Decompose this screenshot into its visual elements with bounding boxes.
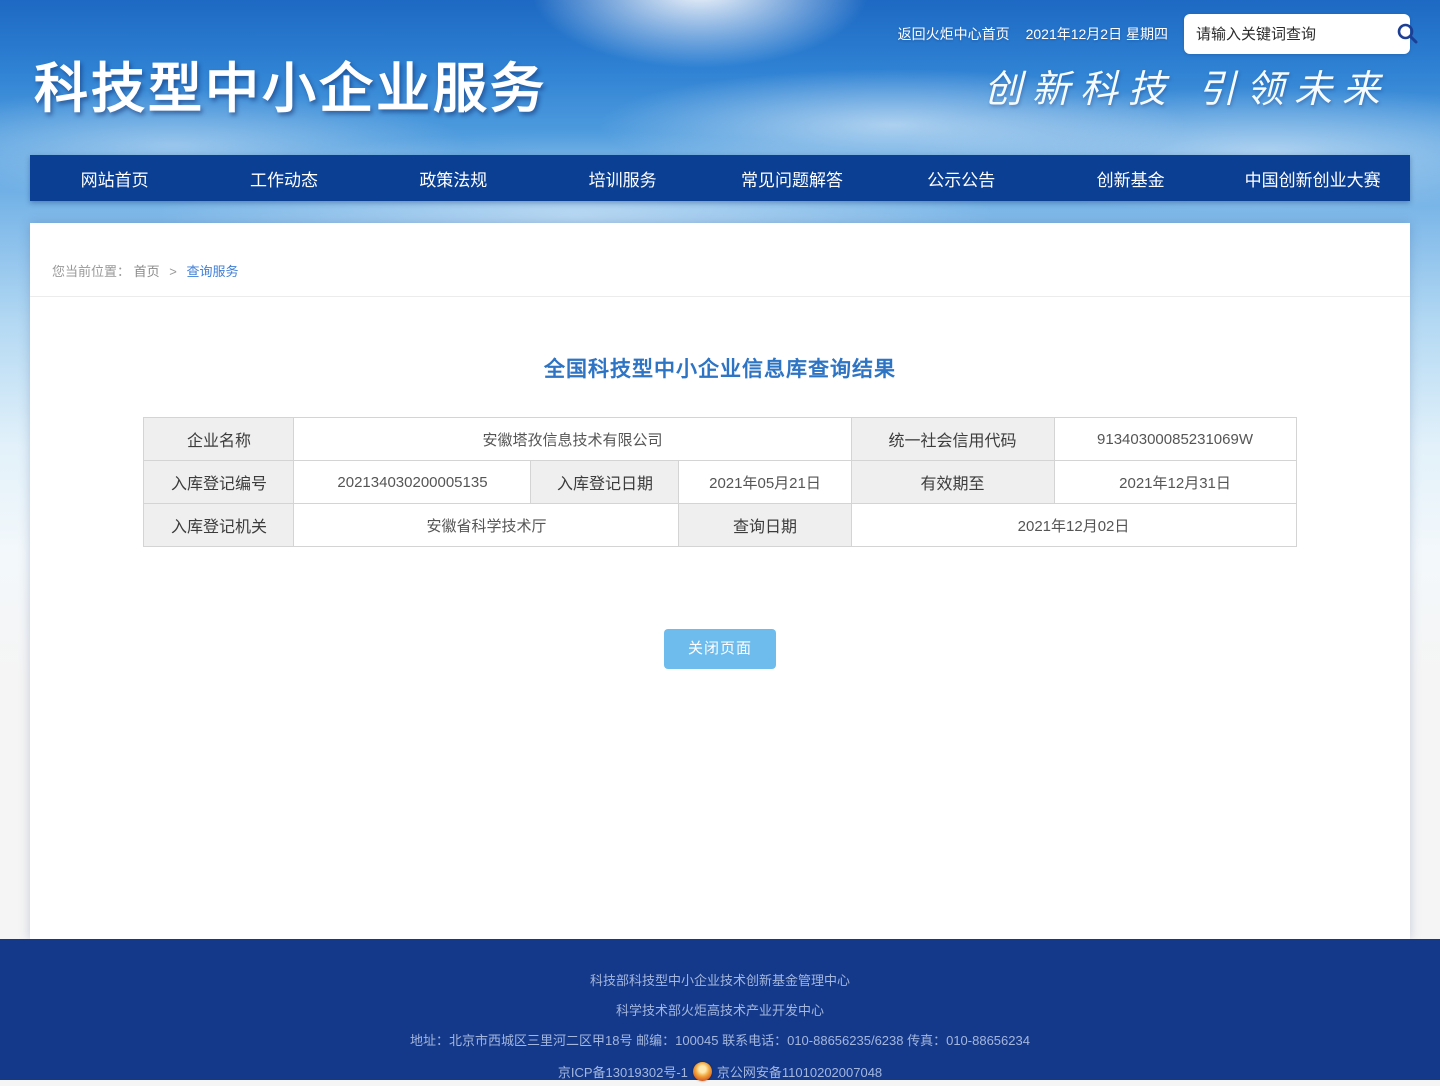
breadcrumb-home-link[interactable]: 首页: [134, 264, 160, 279]
site-footer: 科技部科技型中小企业技术创新基金管理中心 科学技术部火炬高技术产业开发中心 地址…: [0, 939, 1440, 1080]
close-page-button[interactable]: 关闭页面: [664, 629, 776, 669]
footer-org-line-1: 科技部科技型中小企业技术创新基金管理中心: [0, 966, 1440, 996]
search-input[interactable]: [1196, 26, 1395, 43]
query-date-value: 2021年12月02日: [851, 504, 1296, 547]
current-date: 2021年12月2日 星期四: [1026, 14, 1168, 54]
footer-icp-line: 京ICP备13019302号-1 京公网安备11010202007048: [0, 1056, 1440, 1086]
nav-item-training[interactable]: 培训服务: [538, 155, 707, 201]
site-header: 科技型中小企业服务 创新科技 引领未来 返回火炬中心首页 2021年12月2日 …: [30, 0, 1410, 155]
valid-until-value: 2021年12月31日: [1054, 461, 1296, 504]
breadcrumb-prefix: 您当前位置：: [52, 264, 130, 279]
nav-item-innovation-fund[interactable]: 创新基金: [1046, 155, 1215, 201]
result-title: 全国科技型中小企业信息库查询结果: [30, 353, 1410, 383]
nav-item-faq[interactable]: 常见问题解答: [707, 155, 876, 201]
footer-address-line: 地址：北京市西城区三里河二区甲18号 邮编：100045 联系电话：010-88…: [0, 1026, 1440, 1056]
icp-link[interactable]: 京ICP备13019302号-1: [558, 1062, 688, 1081]
query-date-label: 查询日期: [679, 504, 851, 547]
company-name-label: 企业名称: [144, 418, 294, 461]
nav-item-home[interactable]: 网站首页: [30, 155, 199, 201]
close-button-wrapper: 关闭页面: [30, 629, 1410, 669]
registration-agency-value: 安徽省科学技术厅: [294, 504, 679, 547]
police-badge-icon: [693, 1062, 712, 1081]
company-info-table: 企业名称 安徽塔孜信息技术有限公司 统一社会信用代码 9134030008523…: [143, 417, 1296, 547]
search-button[interactable]: [1395, 19, 1419, 49]
valid-until-label: 有效期至: [851, 461, 1054, 504]
page-wrapper: 科技型中小企业服务 创新科技 引领未来 返回火炬中心首页 2021年12月2日 …: [30, 0, 1410, 939]
security-record-link[interactable]: 京公网安备11010202007048: [717, 1062, 882, 1081]
breadcrumb-current-link[interactable]: 查询服务: [187, 264, 239, 279]
registration-agency-label: 入库登记机关: [144, 504, 294, 547]
content-panel: 您当前位置： 首页 > 查询服务 全国科技型中小企业信息库查询结果 企业名称 安…: [30, 223, 1410, 939]
registration-number-value: 202134030200005135: [294, 461, 531, 504]
magnifier-icon: [1395, 21, 1419, 48]
site-logo: 科技型中小企业服务: [34, 44, 547, 123]
footer-org-line-2: 科学技术部火炬高技术产业开发中心: [0, 996, 1440, 1026]
top-bar: 返回火炬中心首页 2021年12月2日 星期四: [898, 14, 1410, 54]
table-row: 入库登记机关 安徽省科学技术厅 查询日期 2021年12月02日: [144, 504, 1296, 547]
credit-code-value: 91340300085231069W: [1054, 418, 1296, 461]
table-row: 入库登记编号 202134030200005135 入库登记日期 2021年05…: [144, 461, 1296, 504]
table-row: 企业名称 安徽塔孜信息技术有限公司 统一社会信用代码 9134030008523…: [144, 418, 1296, 461]
main-nav: 网站首页 工作动态 政策法规 培训服务 常见问题解答 公示公告 创新基金 中国创…: [30, 155, 1410, 201]
nav-item-innovation-competition[interactable]: 中国创新创业大赛: [1215, 155, 1410, 201]
breadcrumb: 您当前位置： 首页 > 查询服务: [30, 223, 1410, 297]
search-box: [1184, 14, 1410, 54]
back-to-torch-center-link[interactable]: 返回火炬中心首页: [898, 14, 1010, 54]
nav-item-policies[interactable]: 政策法规: [369, 155, 538, 201]
breadcrumb-separator: >: [169, 264, 177, 279]
registration-number-label: 入库登记编号: [144, 461, 294, 504]
registration-date-value: 2021年05月21日: [679, 461, 851, 504]
company-name-value: 安徽塔孜信息技术有限公司: [294, 418, 851, 461]
nav-item-work-news[interactable]: 工作动态: [199, 155, 368, 201]
nav-item-announcements[interactable]: 公示公告: [877, 155, 1046, 201]
credit-code-label: 统一社会信用代码: [851, 418, 1054, 461]
registration-date-label: 入库登记日期: [531, 461, 679, 504]
header-panel-gap: [30, 201, 1410, 223]
site-slogan: 创新科技 引领未来: [984, 58, 1390, 113]
